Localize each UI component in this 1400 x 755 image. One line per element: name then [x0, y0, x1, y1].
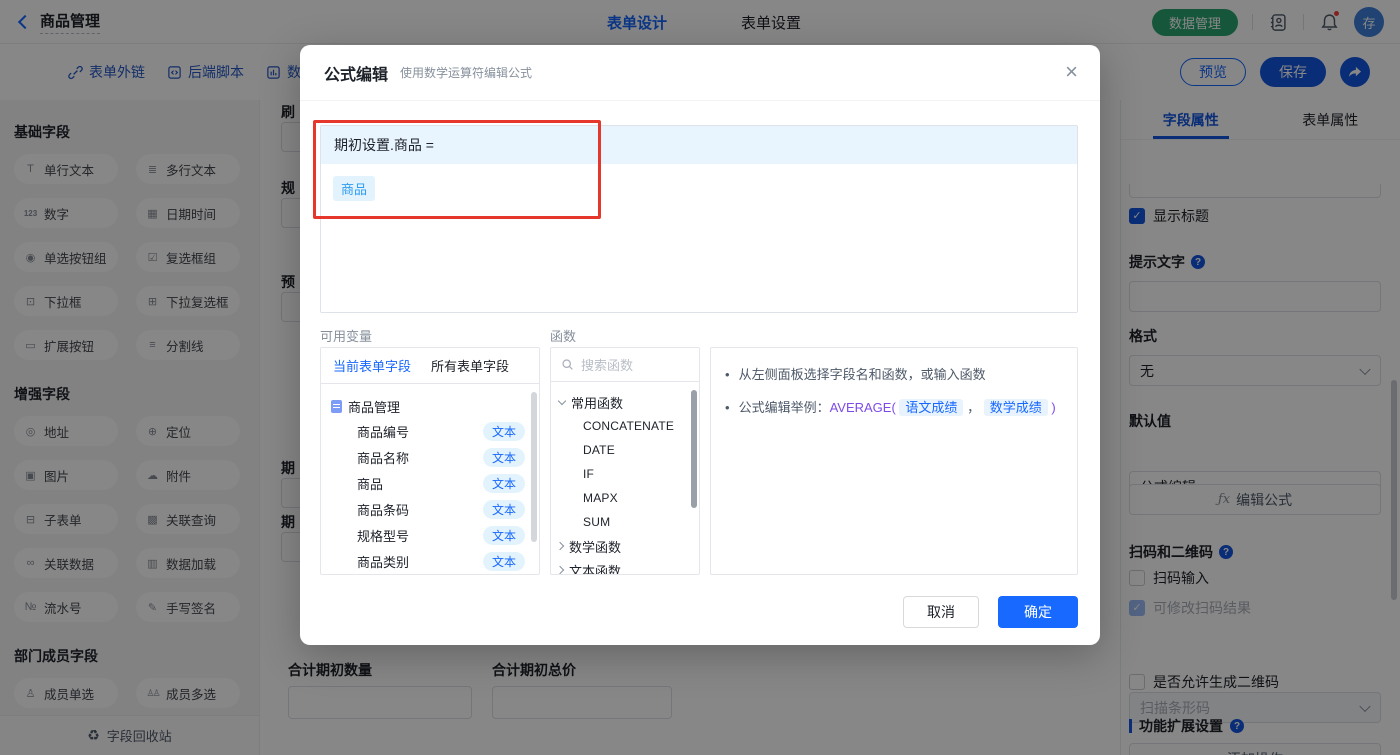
separator-token: ， [967, 400, 981, 415]
confirm-button[interactable]: 确定 [998, 596, 1078, 628]
variables-label: 可用变量 [320, 329, 373, 344]
formula-body[interactable]: 商品 [321, 164, 1077, 213]
tab-all-form-fields[interactable]: 所有表单字段 [431, 356, 509, 375]
variable-field-row[interactable]: 商品 文本 [331, 470, 539, 496]
function-item[interactable]: CONCATENATE [559, 414, 699, 438]
function-group-name: 常用函数 [571, 395, 624, 411]
modal-header: 公式编辑 使用数学运算符编辑公式 [300, 45, 1100, 101]
tab-current-form-fields[interactable]: 当前表单字段 [333, 356, 411, 375]
cancel-button[interactable]: 取消 [903, 596, 979, 628]
field-type-badge: 文本 [482, 499, 525, 519]
variable-field-name: 规格型号 [357, 528, 410, 544]
variable-field-name: 商品条码 [357, 502, 410, 518]
function-close-token: ) [1051, 400, 1056, 415]
app-screen: 商品管理 表单设计 表单设置 数据管理 存 表单外链 后端脚本 预览 保存 基础… [0, 0, 1400, 755]
field-type-badge: 文本 [482, 551, 525, 571]
variable-field-name: 商品编号 [357, 424, 410, 440]
variable-field-row[interactable]: 商品名称 文本 [331, 444, 539, 470]
variables-tree-root[interactable]: 商品管理 [331, 394, 539, 418]
formula-editor[interactable]: 期初设置.商品 = 商品 [320, 125, 1078, 313]
variables-tree: 商品管理 商品编号 文本 商品名称 文本 商品 文本 商品条码 文本 规格型号 文本 商品类别 文本 [321, 384, 539, 574]
modal-subtitle: 使用数学运算符编辑公式 [400, 66, 533, 80]
chevron-down-icon [557, 396, 567, 405]
field-type-badge: 文本 [482, 421, 525, 441]
close-icon[interactable]: × [1065, 61, 1078, 83]
function-item[interactable]: MAPX [559, 486, 699, 510]
variable-field-name: 商品 [357, 476, 384, 492]
help-example-prefix: 公式编辑举例： [738, 400, 830, 415]
variables-panel: 当前表单字段 所有表单字段 商品管理 商品编号 文本 商品名称 文本 商品 文本 商品条码文… [320, 347, 540, 575]
variable-field-row[interactable]: 商品类别 文本 [331, 548, 539, 574]
chevron-right-icon [555, 565, 565, 574]
functions-scrollbar[interactable] [691, 390, 697, 508]
variables-root-label: 商品管理 [348, 399, 401, 415]
form-doc-icon [331, 399, 342, 413]
example-field-tag: 数学成绩 [983, 399, 1048, 416]
formula-target: 期初设置.商品 = [321, 126, 1077, 164]
variable-field-row[interactable]: 规格型号 文本 [331, 522, 539, 548]
function-name-token: AVERAGE( [829, 400, 896, 415]
variable-field-row[interactable]: 商品条码 文本 [331, 496, 539, 522]
field-type-badge: 文本 [482, 447, 525, 467]
function-group-name: 文本函数 [569, 563, 622, 575]
variable-field-name: 商品名称 [357, 450, 410, 466]
variable-field-row[interactable]: 商品编号 文本 [331, 418, 539, 444]
search-placeholder: 搜索函数 [581, 358, 634, 373]
search-icon [562, 359, 573, 370]
functions-label: 函数 [550, 329, 577, 344]
modal-title: 公式编辑 [324, 66, 389, 84]
function-group-name: 数学函数 [569, 539, 622, 555]
function-item[interactable]: IF [559, 462, 699, 486]
function-group-collapsed[interactable]: 文本函数 [555, 558, 699, 575]
function-item[interactable]: DATE [559, 438, 699, 462]
variables-tabs: 当前表单字段 所有表单字段 [321, 348, 539, 384]
bullet-dot: • [725, 400, 730, 415]
field-type-badge: 文本 [482, 473, 525, 493]
variables-scrollbar[interactable] [531, 392, 537, 542]
function-search-input[interactable]: 搜索函数 [551, 348, 699, 382]
help-text-2: 公式编辑举例：AVERAGE( 语文成绩 ， 数学成绩 ) [739, 398, 1056, 418]
function-group-expanded[interactable]: 常用函数 [557, 390, 699, 414]
help-bullet-1: • 从左侧面板选择字段名和函数，或输入函数 [725, 365, 1063, 385]
help-text-1: 从左侧面板选择字段名和函数，或输入函数 [738, 367, 986, 382]
chevron-right-icon [555, 541, 565, 551]
functions-tree: 常用函数 CONCATENATE DATE IF MAPX SUM 数学函数文本函数 [551, 382, 699, 575]
formula-edit-modal: 公式编辑 使用数学运算符编辑公式 × 期初设置.商品 = 商品 可用变量 当前表… [300, 45, 1100, 645]
help-bullet-2: • 公式编辑举例：AVERAGE( 语文成绩 ， 数学成绩 ) [725, 398, 1063, 418]
field-type-badge: 文本 [482, 525, 525, 545]
formula-help-panel: • 从左侧面板选择字段名和函数，或输入函数 • 公式编辑举例：AVERAGE( … [710, 347, 1078, 575]
function-item[interactable]: SUM [559, 510, 699, 534]
functions-panel: 搜索函数 常用函数 CONCATENATE DATE IF MAPX SUM 数学函数文本函… [550, 347, 700, 575]
function-group-collapsed[interactable]: 数学函数 [555, 534, 699, 558]
variable-field-name: 商品类别 [357, 554, 410, 570]
bullet-dot: • [725, 367, 730, 382]
example-field-tag: 语文成绩 [899, 399, 964, 416]
formula-field-tag[interactable]: 商品 [333, 176, 376, 201]
